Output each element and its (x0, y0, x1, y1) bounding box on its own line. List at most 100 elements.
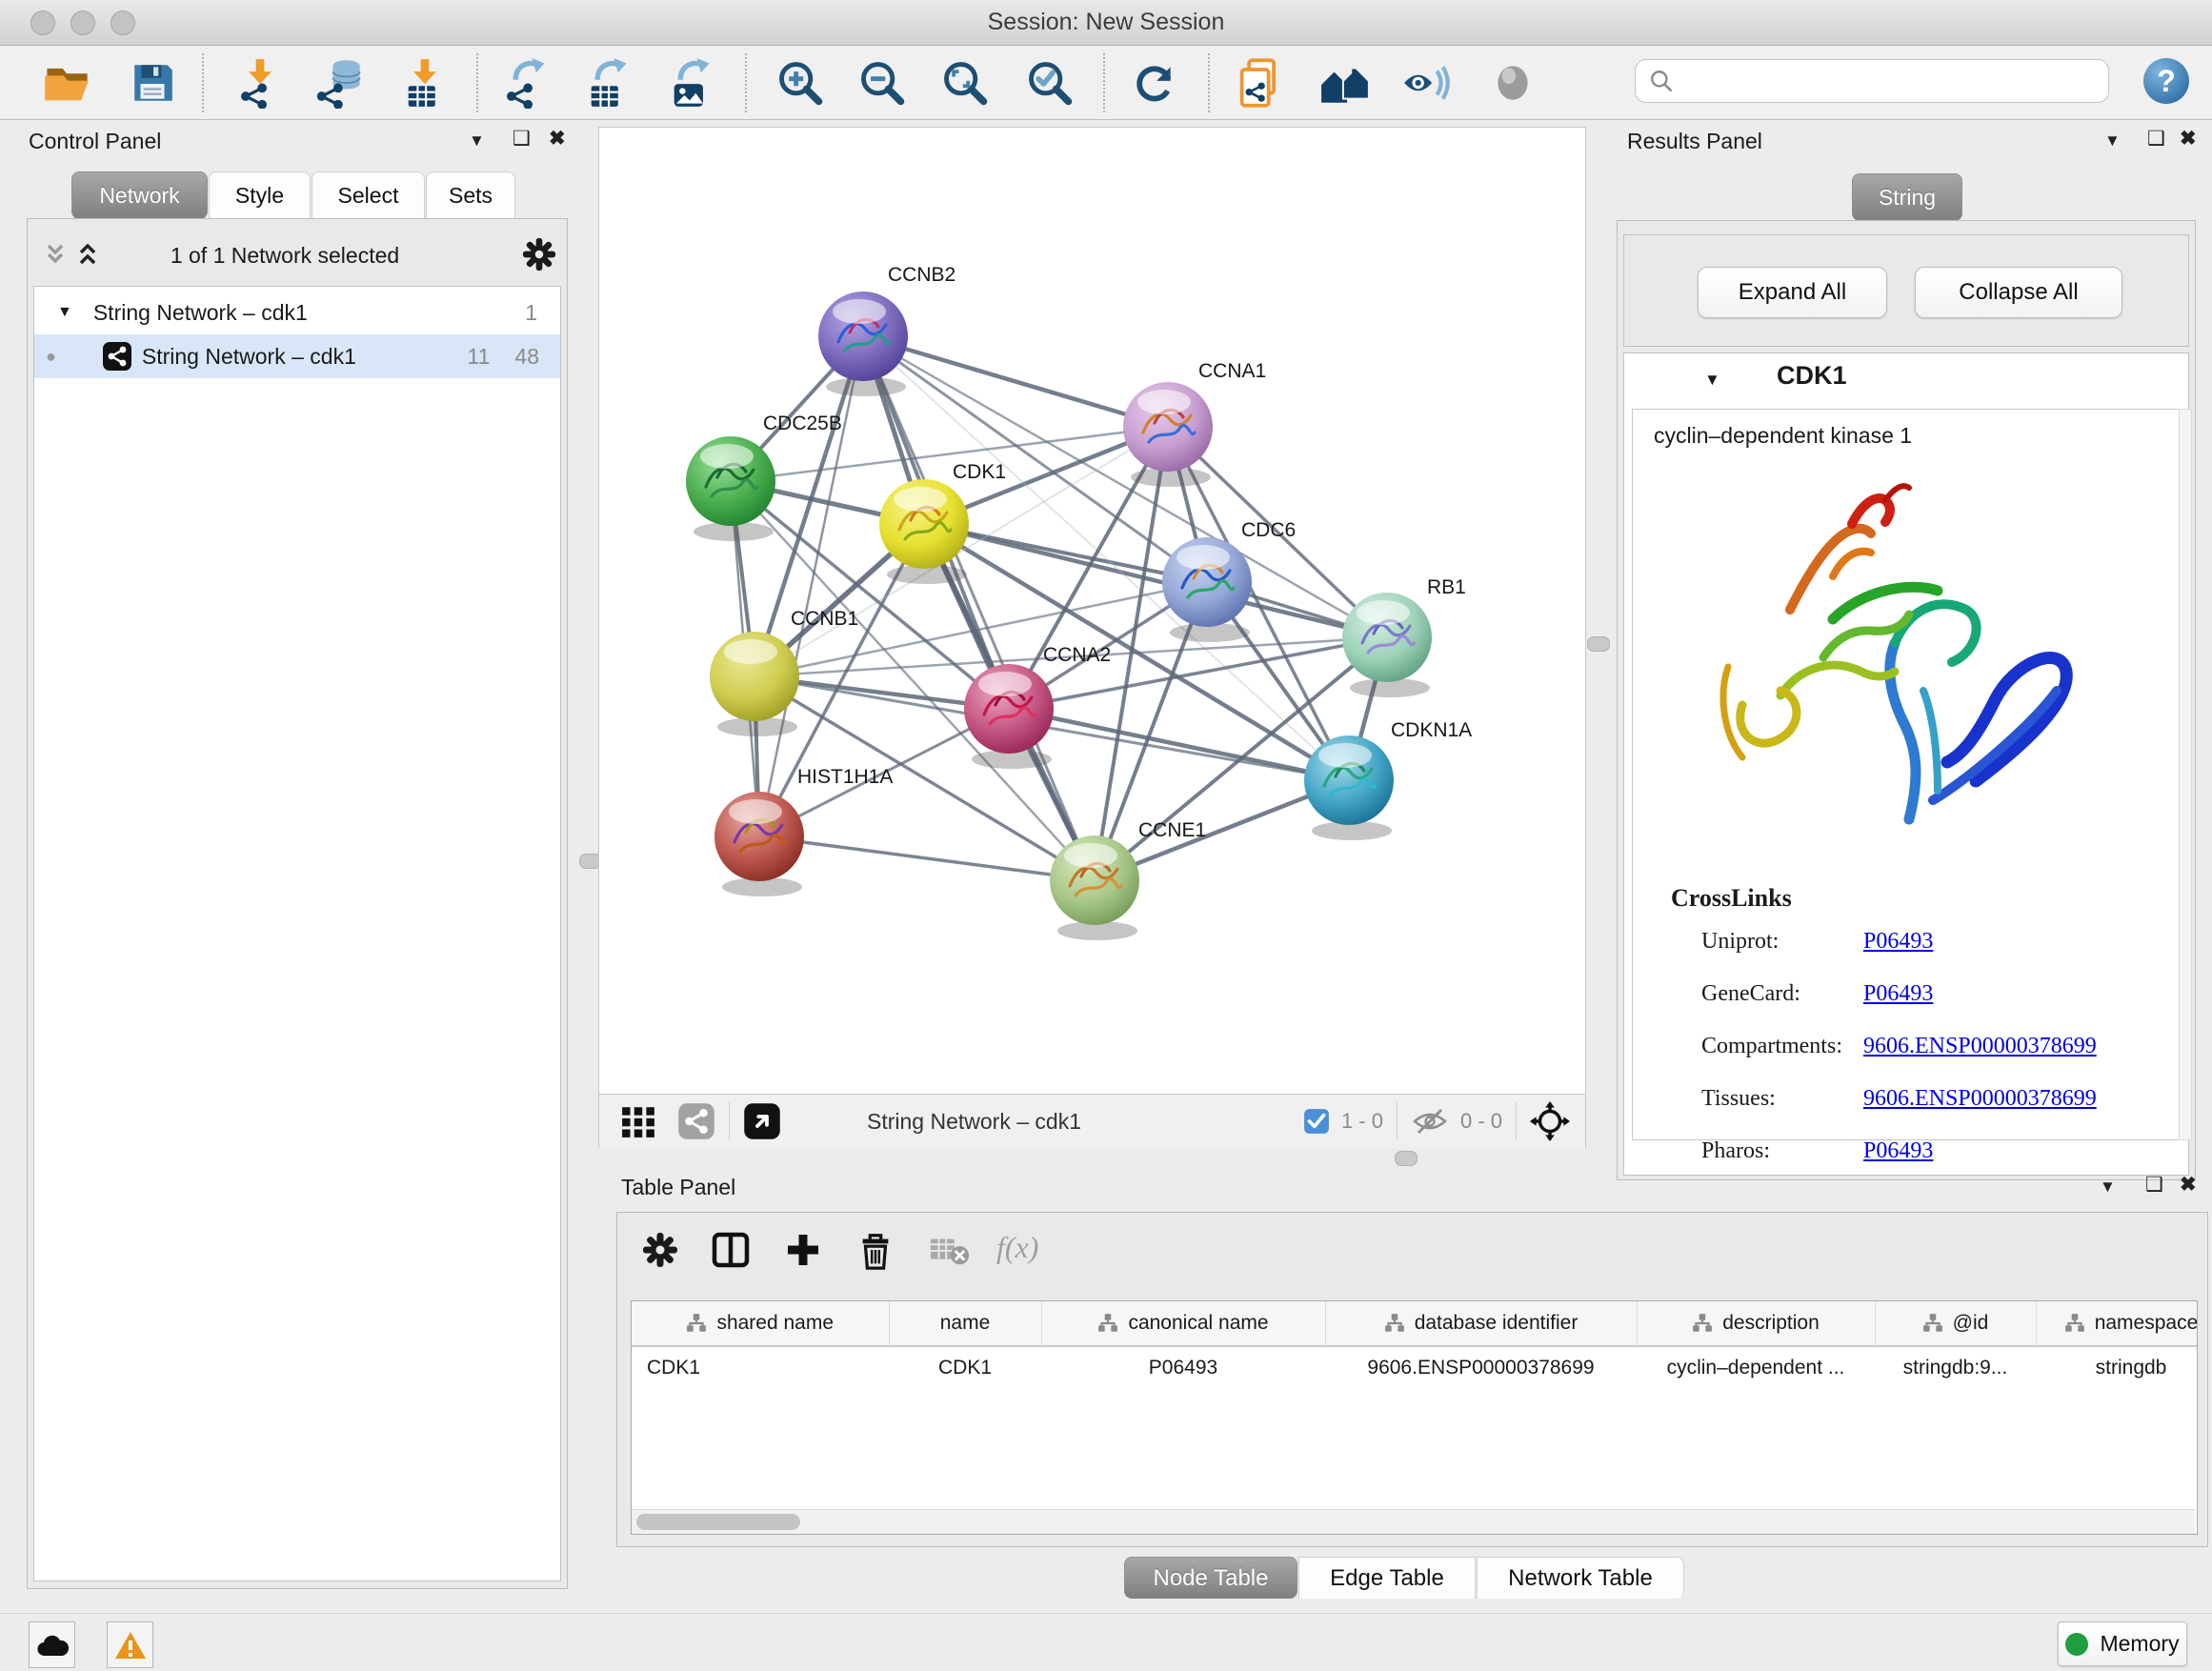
network-edge[interactable] (759, 336, 863, 836)
network-documents-button[interactable] (1233, 57, 1286, 109)
zoom-fit-button[interactable] (938, 57, 992, 109)
grid-view-icon[interactable] (620, 1103, 656, 1139)
save-floppy-icon (129, 59, 176, 107)
network-node[interactable]: CDKN1A (1304, 719, 1472, 840)
tab-sets[interactable]: Sets (426, 171, 515, 219)
table-h-scrollbar[interactable] (632, 1509, 2195, 1535)
refresh-view-button[interactable] (1128, 57, 1181, 109)
export-image-button[interactable] (664, 57, 717, 109)
tab-edge-table[interactable]: Edge Table (1298, 1557, 1476, 1599)
delete-column-button[interactable] (854, 1228, 897, 1272)
network-edge[interactable] (863, 336, 1168, 427)
network-status-dot: ● (46, 347, 56, 367)
zoom-selected-button[interactable] (1023, 57, 1076, 109)
column-header-canonical-name[interactable]: canonical name (1041, 1301, 1325, 1346)
table-panel-collapse-icon[interactable]: ▼ (2100, 1178, 2116, 1195)
network-node[interactable]: HIST1H1A (714, 766, 893, 896)
help-button[interactable]: ? (2142, 56, 2191, 106)
cell-namespace[interactable]: stringdb (2036, 1346, 2198, 1389)
birdseye-view-icon[interactable] (743, 1102, 781, 1140)
home-networks-button[interactable] (1318, 57, 1372, 109)
tab-style[interactable]: Style (209, 171, 311, 219)
network-view-toolbar: String Network – cdk1 1 - 0 0 - 0 (599, 1094, 1585, 1148)
control-panel-float-icon[interactable]: ❑ (513, 129, 531, 149)
network-node[interactable]: RB1 (1342, 576, 1466, 697)
import-network-from-database-button[interactable] (312, 57, 366, 109)
add-column-button[interactable] (781, 1228, 825, 1272)
import-table-button[interactable] (398, 57, 452, 109)
results-panel-collapse-icon[interactable]: ▼ (2104, 132, 2121, 149)
gear-icon[interactable] (521, 236, 557, 272)
pan-crosshair-icon[interactable] (1530, 1101, 1570, 1141)
function-builder-button[interactable]: f(x) (996, 1230, 1038, 1265)
crosslink-genecard-link[interactable]: P06493 (1863, 981, 1933, 1007)
network-canvas[interactable]: CCNB2CCNA1CDC25BCDK1CDC6RB1CCNB1CCNA2CDK… (599, 128, 1585, 1094)
crosslink-tissues-link[interactable]: 9606.ENSP00000378699 (1863, 1086, 2097, 1112)
open-session-button[interactable] (40, 57, 93, 109)
network-row-selected[interactable]: ● String Network – cdk1 11 48 (34, 334, 560, 378)
table-h-scrollbar-thumb[interactable] (636, 1514, 800, 1530)
tree-expander-icon[interactable]: ▼ (57, 304, 72, 321)
results-panel-float-icon[interactable]: ❑ (2147, 129, 2165, 149)
svg-text:?: ? (2157, 64, 2176, 98)
eye-disabled-button[interactable] (1486, 57, 1539, 109)
save-session-button[interactable] (126, 57, 179, 109)
control-panel-close-icon[interactable]: ✖ (549, 129, 566, 149)
cell-canonical-name[interactable]: P06493 (1041, 1346, 1325, 1389)
cloud-status-button[interactable] (29, 1621, 75, 1668)
memory-button[interactable]: Memory (2058, 1621, 2187, 1666)
show-hide-graphics-button[interactable] (1400, 57, 1454, 109)
cell-id[interactable]: stringdb:9... (1875, 1346, 2036, 1389)
tab-network[interactable]: Network (71, 171, 208, 219)
crosslink-uniprot-link[interactable]: P06493 (1863, 929, 1933, 955)
column-header-namespace[interactable]: namespace (2036, 1301, 2198, 1346)
cell-shared-name[interactable]: CDK1 (632, 1346, 889, 1389)
network-edge[interactable] (759, 836, 1095, 880)
cell-database-identifier[interactable]: 9606.ENSP00000378699 (1325, 1346, 1637, 1389)
cell-description[interactable]: cyclin–dependent ... (1637, 1346, 1875, 1389)
network-view-mode-icon[interactable] (677, 1102, 715, 1140)
table-row[interactable]: CDK1 CDK1 P06493 9606.ENSP00000378699 cy… (632, 1346, 2198, 1389)
column-header-name[interactable]: name (889, 1301, 1041, 1346)
tab-network-table[interactable]: Network Table (1477, 1557, 1684, 1599)
collapse-all-chevron-icon[interactable] (41, 240, 70, 269)
collapse-all-button[interactable]: Collapse All (1915, 267, 2122, 318)
table-settings-button[interactable] (638, 1228, 682, 1272)
network-selected-summary: 1 of 1 Network selected (123, 243, 447, 269)
network-collection-row[interactable]: ▼ String Network – cdk1 1 (34, 287, 560, 334)
trash-icon (856, 1230, 895, 1270)
control-panel-collapse-icon[interactable]: ▼ (469, 132, 485, 149)
network-node[interactable]: CDC6 (1162, 519, 1296, 642)
tab-string[interactable]: String (1852, 173, 1962, 221)
zoom-in-button[interactable] (774, 57, 827, 109)
expand-all-button[interactable]: Expand All (1698, 267, 1887, 318)
protein-section-expander-icon[interactable]: ▼ (1704, 371, 1720, 390)
warnings-button[interactable] (107, 1621, 153, 1668)
network-collection-label: String Network – cdk1 (93, 300, 308, 326)
expand-all-chevron-icon[interactable] (73, 240, 102, 269)
column-header-database-identifier[interactable]: database identifier (1325, 1301, 1637, 1346)
node-label: RB1 (1427, 576, 1466, 598)
delete-table-button[interactable] (928, 1228, 972, 1272)
results-panel-close-icon[interactable]: ✖ (2180, 129, 2197, 149)
search-input[interactable] (1674, 68, 2108, 94)
column-header-shared-name[interactable]: shared name (632, 1301, 889, 1346)
export-network-button[interactable] (499, 57, 553, 109)
network-edge[interactable] (924, 524, 1387, 637)
zoom-out-button[interactable] (855, 57, 909, 109)
column-header-id[interactable]: @id (1875, 1301, 2036, 1346)
selected-checkbox-icon[interactable] (1303, 1108, 1330, 1135)
network-edge[interactable] (1009, 709, 1349, 780)
export-table-button[interactable] (581, 57, 634, 109)
right-splitter-handle[interactable] (1587, 636, 1610, 652)
cell-name[interactable]: CDK1 (889, 1346, 1041, 1389)
import-network-button[interactable] (233, 57, 287, 109)
tab-select[interactable]: Select (312, 171, 425, 219)
table-panel-float-icon[interactable]: ❑ (2145, 1175, 2163, 1195)
crosslink-compartments-link[interactable]: 9606.ENSP00000378699 (1863, 1034, 2097, 1059)
table-panel-close-icon[interactable]: ✖ (2180, 1175, 2197, 1195)
tab-node-table[interactable]: Node Table (1124, 1557, 1297, 1599)
results-scrollbar[interactable] (2179, 409, 2192, 1140)
column-header-description[interactable]: description (1637, 1301, 1875, 1346)
show-column-button[interactable] (709, 1228, 753, 1272)
